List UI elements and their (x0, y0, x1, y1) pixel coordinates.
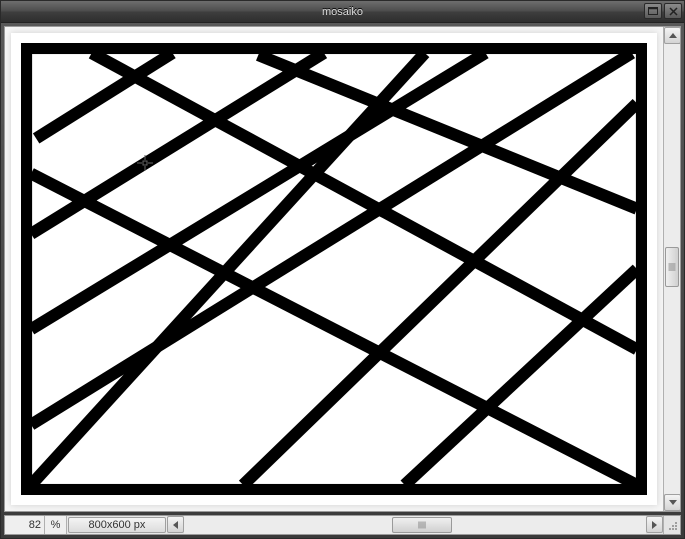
drawing-content (21, 43, 647, 495)
horizontal-scrollbar[interactable] (167, 516, 663, 534)
window-controls (644, 3, 682, 19)
maximize-button[interactable] (644, 3, 662, 19)
zoom-value[interactable]: 82 (5, 516, 45, 534)
resize-grip-icon (666, 519, 678, 531)
vscroll-thumb[interactable] (665, 247, 679, 287)
status-bar: 82 % 800x600 px (4, 515, 681, 535)
chevron-left-icon (173, 521, 178, 529)
close-button[interactable] (664, 3, 682, 19)
scroll-down-button[interactable] (664, 494, 681, 511)
hscroll-track[interactable] (184, 516, 646, 534)
close-icon (669, 7, 678, 16)
vertical-scrollbar[interactable] (663, 27, 680, 511)
chevron-right-icon (652, 521, 657, 529)
hscroll-thumb[interactable] (392, 517, 452, 533)
scroll-left-button[interactable] (167, 516, 184, 533)
chevron-down-icon (669, 500, 677, 505)
drawing-svg (21, 43, 647, 495)
resize-grip[interactable] (663, 516, 680, 534)
vscroll-track[interactable] (664, 44, 680, 494)
canvas-page (11, 33, 657, 505)
titlebar[interactable]: mosaiko (1, 1, 684, 23)
scroll-up-button[interactable] (664, 27, 681, 44)
zoom-unit: % (45, 516, 67, 534)
chevron-up-icon (669, 33, 677, 38)
dimensions-button[interactable]: 800x600 px (68, 517, 166, 533)
drawing-frame (26, 48, 642, 490)
scroll-right-button[interactable] (646, 516, 663, 533)
canvas-viewport[interactable] (5, 27, 663, 511)
window-frame: mosaiko (0, 0, 685, 539)
maximize-icon (648, 7, 658, 15)
window-title: mosaiko (322, 6, 363, 18)
content-area (4, 26, 681, 512)
